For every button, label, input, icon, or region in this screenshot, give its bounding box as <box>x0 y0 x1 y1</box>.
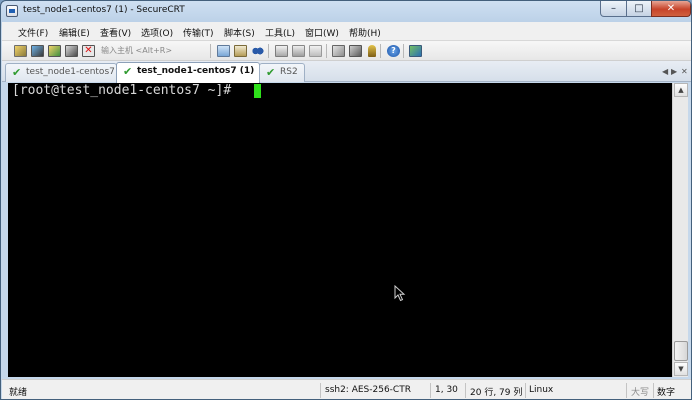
status-caps-lock: 大写 <box>631 388 650 398</box>
toolbar-separator <box>268 44 269 58</box>
print-setup-icon[interactable] <box>292 45 305 57</box>
options-icon[interactable] <box>309 45 322 57</box>
keymap-icon[interactable] <box>368 45 376 57</box>
menu-help[interactable]: 帮助(H) <box>349 26 381 39</box>
mouse-pointer-icon <box>394 285 406 302</box>
tab-label: RS2 <box>280 67 298 77</box>
menu-file[interactable]: 文件(F) <box>18 26 48 39</box>
tab-scroll-left-icon[interactable]: ◀ <box>662 67 670 76</box>
connect-icon[interactable] <box>14 45 27 57</box>
status-divider <box>430 383 431 398</box>
status-divider <box>626 383 627 398</box>
terminal-cursor <box>254 84 261 98</box>
status-divider <box>653 383 654 398</box>
status-num-lock: 数字 <box>657 388 676 398</box>
menu-window[interactable]: 窗口(W) <box>305 26 339 39</box>
status-divider <box>525 383 526 398</box>
title-bar[interactable]: test_node1-centos7 (1) - SecureCRT – □ ✕ <box>1 1 691 21</box>
status-cursor-position: 1, 30 <box>435 385 458 395</box>
terminal-screen[interactable]: [root@test_node1-centos7 ~]# <box>8 83 672 377</box>
quick-connect-icon[interactable] <box>31 45 44 57</box>
scroll-down-icon[interactable]: ▼ <box>674 362 688 376</box>
scrollbar-thumb[interactable] <box>674 341 688 361</box>
tab-label: test_node1-centos7 (1) <box>137 66 255 76</box>
connect-in-tab-icon[interactable] <box>48 45 61 57</box>
close-button[interactable]: ✕ <box>651 1 691 17</box>
securecrt-app-icon <box>6 5 18 17</box>
toolbar: ✕ 输入主机 <Alt+R> ? <box>2 41 691 61</box>
paste-icon[interactable] <box>234 45 247 57</box>
global-options-icon[interactable] <box>349 45 362 57</box>
reconnect-icon[interactable] <box>65 45 78 57</box>
tab-label: test_node1-centos7 <box>26 67 115 77</box>
connected-check-icon: ✔ <box>266 66 276 79</box>
status-os: Linux <box>529 385 554 395</box>
disconnect-icon[interactable]: ✕ <box>82 45 95 57</box>
menu-edit[interactable]: 编辑(E) <box>59 26 90 39</box>
print-icon[interactable] <box>275 45 288 57</box>
menu-tools[interactable]: 工具(L) <box>265 26 295 39</box>
tab-test-node1-centos7-1[interactable]: ✔ test_node1-centos7 (1) <box>116 62 260 83</box>
tab-close-icon[interactable]: ✕ <box>681 67 689 76</box>
menu-script[interactable]: 脚本(S) <box>224 26 255 39</box>
toolbar-separator <box>380 44 381 58</box>
minimize-button[interactable]: – <box>600 1 627 17</box>
sftp-icon[interactable] <box>409 45 422 57</box>
status-divider <box>465 383 466 398</box>
tab-rs2[interactable]: ✔ RS2 <box>259 63 305 82</box>
status-terminal-size: 20 行, 79 列 <box>470 388 523 398</box>
help-icon[interactable]: ? <box>387 45 400 57</box>
menu-bar: 文件(F) 编辑(E) 查看(V) 选项(O) 传输(T) 脚本(S) 工具(L… <box>2 22 691 41</box>
copy-icon[interactable] <box>217 45 230 57</box>
securecrt-window: test_node1-centos7 (1) - SecureCRT – □ ✕… <box>0 0 692 400</box>
menu-transfer[interactable]: 传输(T) <box>183 26 214 39</box>
status-cipher: ssh2: AES-256-CTR <box>325 385 411 395</box>
toolbar-separator <box>326 44 327 58</box>
connected-check-icon: ✔ <box>12 66 22 79</box>
quick-connect-input[interactable]: 输入主机 <Alt+R> <box>99 44 207 58</box>
connected-check-icon: ✔ <box>123 65 133 78</box>
find-icon[interactable] <box>251 45 264 57</box>
menu-options[interactable]: 选项(O) <box>141 26 173 39</box>
scroll-up-icon[interactable]: ▲ <box>674 83 688 97</box>
window-title: test_node1-centos7 (1) - SecureCRT <box>23 5 185 15</box>
maximize-button[interactable]: □ <box>626 1 652 17</box>
status-bar: 就绪 ssh2: AES-256-CTR 1, 30 20 行, 79 列 Li… <box>2 379 691 399</box>
session-tab-bar: ✔ test_node1-centos7 ✔ test_node1-centos… <box>2 61 691 83</box>
toolbar-separator <box>403 44 404 58</box>
status-ready: 就绪 <box>9 388 28 398</box>
terminal-scrollbar[interactable]: ▲ ▼ <box>672 83 688 377</box>
toolbar-separator <box>210 44 211 58</box>
session-options-icon[interactable] <box>332 45 345 57</box>
terminal-prompt: [root@test_node1-centos7 ~]# <box>12 83 239 98</box>
tab-scroll-right-icon[interactable]: ▶ <box>671 67 679 76</box>
menu-view[interactable]: 查看(V) <box>100 26 131 39</box>
tab-test-node1-centos7[interactable]: ✔ test_node1-centos7 <box>5 63 117 82</box>
status-divider <box>320 383 321 398</box>
